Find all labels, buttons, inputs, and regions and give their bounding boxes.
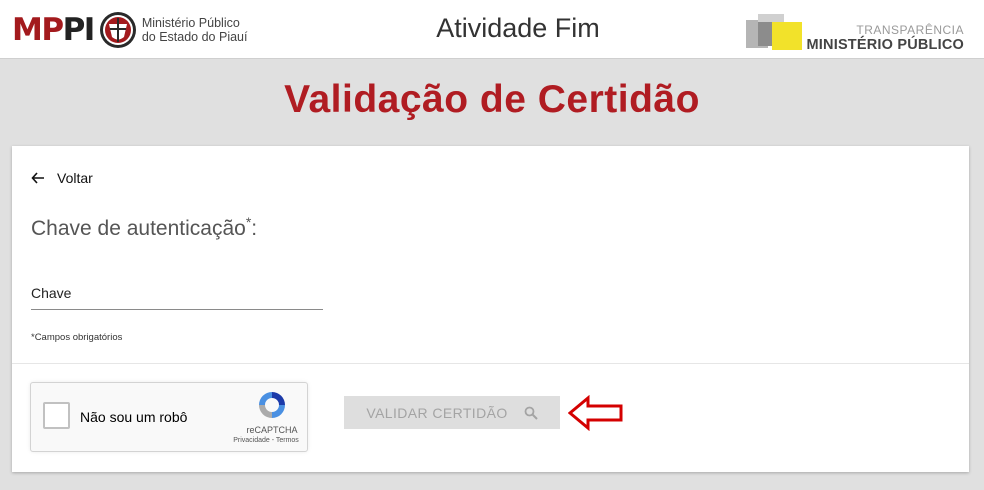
org-name: Ministério Público do Estado do Piauí bbox=[141, 16, 248, 44]
recaptcha-widget: Não sou um robô reCAPTCHA Privacidade - … bbox=[30, 382, 308, 452]
validate-button-label: VALIDAR CERTIDÃO bbox=[366, 404, 508, 421]
auth-key-input[interactable] bbox=[31, 276, 323, 310]
site-header: MPPI Ministério Público do Estado do Pia… bbox=[0, 0, 984, 59]
mppi-logo[interactable]: MPPI Ministério Público do Estado do Pia… bbox=[12, 7, 247, 53]
transparency-logo[interactable]: TRANSPARÊNCIA MINISTÉRIO PÚBLICO bbox=[742, 10, 972, 54]
red-outline-arrow-icon bbox=[568, 395, 623, 431]
back-link-label: Voltar bbox=[57, 170, 93, 186]
validate-certificate-button[interactable]: VALIDAR CERTIDÃO bbox=[344, 396, 560, 429]
card-divider bbox=[12, 363, 969, 364]
mppi-seal-icon bbox=[99, 12, 136, 48]
mppi-logo-text: MPPI bbox=[12, 11, 95, 48]
recaptcha-checkbox[interactable] bbox=[43, 402, 70, 429]
recaptcha-logo-icon bbox=[259, 392, 285, 418]
search-icon bbox=[524, 406, 538, 420]
auth-key-label: Chave de autenticação*: bbox=[31, 214, 258, 240]
validation-card: Voltar Chave de autenticação*: *Campos o… bbox=[12, 146, 969, 472]
recaptcha-label: Não sou um robô bbox=[80, 409, 188, 425]
transparency-graphic-icon bbox=[746, 14, 802, 50]
transparency-small-text: TRANSPARÊNCIA bbox=[856, 23, 964, 37]
page-title: Validação de Certidão bbox=[284, 78, 700, 121]
back-link[interactable]: Voltar bbox=[31, 170, 93, 186]
recaptcha-privacy-terms-links[interactable]: Privacidade - Termos bbox=[223, 437, 309, 444]
transparency-big-text: MINISTÉRIO PÚBLICO bbox=[806, 37, 964, 53]
arrow-left-icon bbox=[31, 172, 44, 184]
header-title: Atividade Fim bbox=[436, 13, 600, 43]
required-fields-note: *Campos obrigatórios bbox=[31, 332, 123, 343]
recaptcha-brand: reCAPTCHA bbox=[246, 425, 298, 435]
